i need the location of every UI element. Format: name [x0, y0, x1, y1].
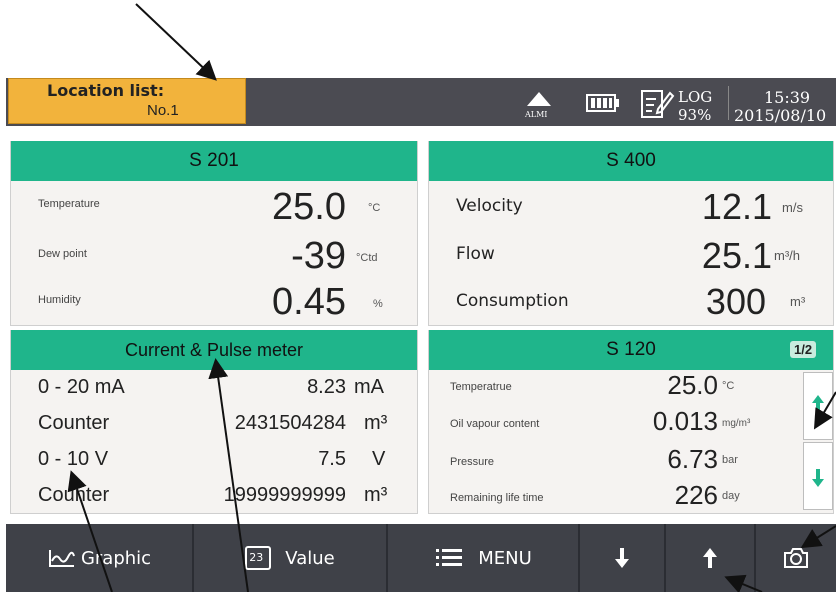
cp-current-label: 0 - 20 mA — [38, 376, 125, 398]
s120-pressure-label: Pressure — [450, 456, 495, 468]
alarm-triangle-icon — [527, 92, 551, 106]
s201-humidity-unit: % — [373, 298, 383, 310]
s201-dewpoint-label: Dew point — [38, 248, 87, 260]
menu-button[interactable]: MENU — [388, 524, 578, 592]
s201-temperature-unit: °C — [368, 202, 381, 214]
cp-counter1-label: Counter — [38, 412, 110, 434]
panel-s201-title: S 201 — [189, 150, 239, 171]
s201-humidity-value: 0.45 — [272, 281, 346, 323]
scroll-down-button[interactable] — [803, 442, 833, 510]
arrow-down-icon — [812, 469, 824, 487]
s400-velocity-value: 12.1 — [701, 186, 772, 227]
cp-counter1-unit: m³ — [364, 412, 388, 434]
panel-current-pulse-header: Current & Pulse meter — [11, 330, 417, 370]
graphic-button[interactable]: Graphic — [6, 524, 192, 592]
panel-current-pulse-title: Current & Pulse meter — [124, 340, 304, 360]
camera-icon — [784, 548, 808, 568]
s400-consumption-value: 300 — [705, 281, 766, 322]
clock-date: 2015/08/10 — [734, 106, 827, 125]
s120-temperature-value: 25.0 — [667, 370, 718, 400]
calendar-icon: 23 — [245, 546, 272, 570]
s120-oil-label: Oil vapour content — [450, 418, 540, 430]
s120-pressure-unit: bar — [722, 454, 738, 466]
s120-life-unit: day — [722, 490, 740, 502]
s201-temperature-label: Temperature — [38, 198, 100, 210]
arrow-location — [135, 3, 217, 81]
cp-counter2-unit: m³ — [364, 484, 388, 506]
s120-temperature-unit: °C — [722, 380, 735, 392]
alarm-indicator[interactable]: ALMI — [522, 84, 556, 122]
cp-counter1-value: 2431504284 — [234, 412, 346, 434]
scroll-up-button[interactable] — [803, 372, 833, 440]
cp-current-unit: mA — [354, 376, 384, 398]
value-button[interactable]: 23 Value — [194, 524, 386, 592]
s120-life-label: Remaining life time — [450, 492, 544, 504]
cp-voltage-value: 7.5 — [318, 448, 346, 470]
s120-temperature-label: Temperatrue — [450, 381, 512, 393]
s120-oil-unit: mg/m³ — [722, 418, 751, 429]
arrow-up-icon — [703, 548, 717, 568]
s400-velocity-unit: m/s — [782, 200, 803, 215]
battery-icon — [586, 94, 619, 112]
arrow-up-icon — [812, 395, 824, 413]
log-percent: 93% — [678, 106, 712, 124]
panel-s400-title: S 400 — [606, 150, 656, 171]
status-divider — [728, 86, 729, 120]
cp-voltage-unit: V — [372, 448, 386, 470]
s201-dewpoint-value: -39 — [291, 235, 346, 277]
arrow-down-icon — [615, 548, 629, 568]
page-up-button[interactable] — [666, 524, 754, 592]
s400-consumption-unit: m³ — [790, 294, 806, 309]
cp-current-value: 8.23 — [307, 376, 346, 398]
s201-temperature-value: 25.0 — [272, 186, 346, 228]
location-list-value: No.1 — [147, 102, 179, 119]
s400-velocity-label: Velocity — [456, 196, 523, 216]
s120-life-value: 226 — [674, 480, 718, 510]
s201-humidity-label: Humidity — [38, 294, 81, 306]
s400-flow-unit: m³/h — [774, 248, 800, 263]
panel-s120-header: S 120 — [429, 330, 833, 370]
log-label: LOG — [678, 88, 713, 106]
menu-label: MENU — [478, 547, 532, 569]
graph-icon — [48, 550, 75, 567]
s120-page-indicator: 1/2 — [790, 341, 817, 358]
s201-dewpoint-unit: °Ctd — [356, 252, 378, 264]
cp-voltage-label: 0 - 10 V — [38, 448, 109, 470]
clock-time: 15:39 — [764, 88, 811, 107]
s400-consumption-label: Consumption — [456, 291, 569, 311]
s120-pressure-value: 6.73 — [667, 444, 718, 474]
s400-flow-label: Flow — [456, 244, 495, 264]
graphic-label: Graphic — [80, 547, 152, 569]
list-icon — [436, 549, 463, 566]
location-list-title: Location list: — [47, 81, 165, 100]
s400-flow-value: 25.1 — [701, 235, 772, 276]
panel-s201-header: S 201 — [11, 141, 417, 181]
log-edit-icon — [641, 90, 675, 118]
panel-s120-title: S 120 — [606, 339, 656, 360]
value-label: Value — [285, 547, 335, 569]
screenshot-button[interactable] — [756, 524, 836, 592]
location-list-button[interactable]: Location list: No.1 — [8, 78, 246, 124]
cp-counter2-value: 19999999999 — [223, 484, 346, 506]
s120-oil-value: 0.013 — [652, 406, 718, 436]
page-down-button[interactable] — [580, 524, 664, 592]
calendar-icon-text: 23 — [249, 551, 264, 564]
panel-s400-header: S 400 — [429, 141, 833, 181]
cp-counter2-label: Counter — [38, 484, 110, 506]
alarm-label: ALMI — [525, 110, 548, 119]
